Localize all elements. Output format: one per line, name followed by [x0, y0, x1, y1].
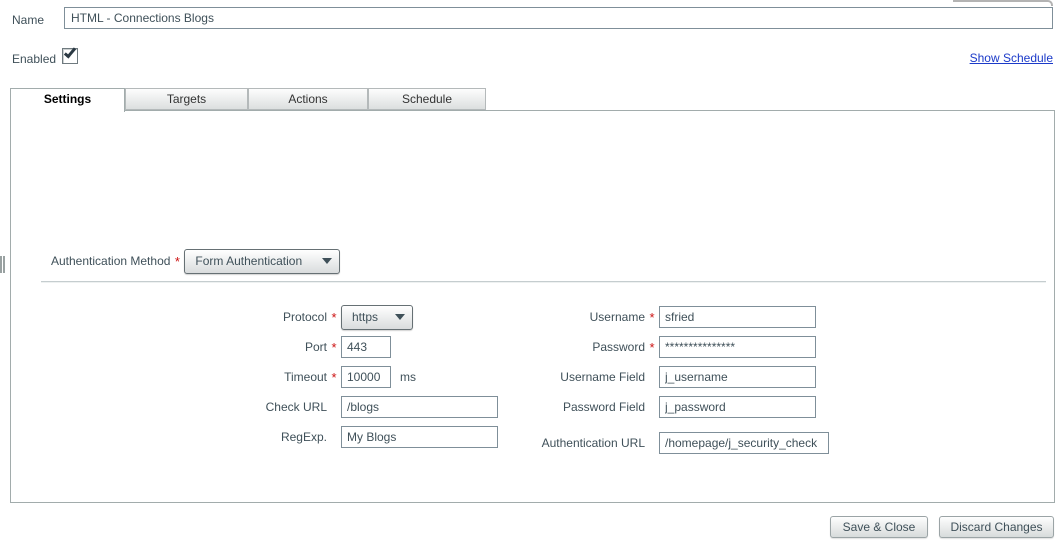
dropdown-arrow-box	[315, 250, 339, 273]
regexp-label: RegExp.	[49, 430, 327, 444]
clipped-panel-corner	[953, 0, 1053, 6]
required-asterisk: *	[170, 254, 184, 269]
username-row: Username *	[435, 304, 816, 330]
required-asterisk: *	[327, 340, 341, 355]
regexp-row: RegExp.	[49, 424, 498, 450]
required-asterisk: *	[327, 310, 341, 325]
save-close-button[interactable]: Save & Close	[830, 516, 928, 538]
checkmark-icon	[64, 45, 76, 58]
password-label: Password	[435, 340, 645, 354]
timeout-row: Timeout * ms	[49, 364, 416, 390]
timeout-label: Timeout	[49, 370, 327, 384]
check-url-label: Check URL	[49, 400, 327, 414]
protocol-dropdown[interactable]: https	[341, 305, 413, 330]
dropdown-arrow-box	[388, 306, 412, 329]
auth-url-row: Authentication URL	[435, 430, 829, 456]
enabled-checkbox[interactable]	[62, 48, 78, 64]
auth-method-value: Form Authentication	[185, 254, 312, 268]
show-schedule-link[interactable]: Show Schedule	[970, 51, 1053, 65]
port-label: Port	[49, 340, 327, 354]
section-divider	[41, 281, 1046, 283]
discard-changes-button[interactable]: Discard Changes	[939, 516, 1054, 538]
required-asterisk: *	[645, 340, 659, 355]
password-field-label: Password Field	[435, 400, 645, 414]
auth-method-label: Authentication Method	[51, 254, 170, 268]
left-edge-grip[interactable]	[0, 256, 5, 273]
tab-settings[interactable]: Settings	[10, 88, 125, 112]
monitor-editor-page: Name Enabled Show Schedule Settings Targ…	[0, 0, 1064, 545]
chevron-down-icon	[395, 314, 405, 320]
protocol-label: Protocol	[49, 310, 327, 324]
tab-targets[interactable]: Targets	[125, 88, 248, 110]
password-row: Password *	[435, 334, 816, 360]
name-input[interactable]	[64, 7, 1053, 29]
username-label: Username	[435, 310, 645, 324]
auth-url-label: Authentication URL	[435, 436, 645, 450]
tab-actions[interactable]: Actions	[248, 88, 368, 110]
auth-url-input[interactable]	[659, 432, 829, 454]
required-asterisk: *	[327, 370, 341, 385]
password-input[interactable]	[659, 336, 816, 358]
tab-schedule[interactable]: Schedule	[368, 88, 486, 110]
username-input[interactable]	[659, 306, 816, 328]
name-label: Name	[12, 13, 44, 27]
enabled-label: Enabled	[12, 52, 56, 66]
protocol-row: Protocol * https	[49, 304, 413, 330]
timeout-input[interactable]	[341, 366, 391, 388]
username-field-row: Username Field	[435, 364, 816, 390]
port-input[interactable]	[341, 336, 391, 358]
port-row: Port *	[49, 334, 391, 360]
chevron-down-icon	[322, 258, 332, 264]
password-field-input[interactable]	[659, 396, 816, 418]
protocol-value: https	[342, 310, 388, 324]
auth-method-dropdown[interactable]: Form Authentication	[184, 249, 340, 274]
timeout-unit-label: ms	[400, 370, 416, 384]
check-url-row: Check URL	[49, 394, 498, 420]
required-asterisk: *	[645, 310, 659, 325]
username-field-label: Username Field	[435, 370, 645, 384]
username-field-input[interactable]	[659, 366, 816, 388]
settings-tab-panel: Authentication Method * Form Authenticat…	[10, 110, 1055, 503]
password-field-row: Password Field	[435, 394, 816, 420]
auth-method-row: Authentication Method * Form Authenticat…	[51, 248, 340, 274]
